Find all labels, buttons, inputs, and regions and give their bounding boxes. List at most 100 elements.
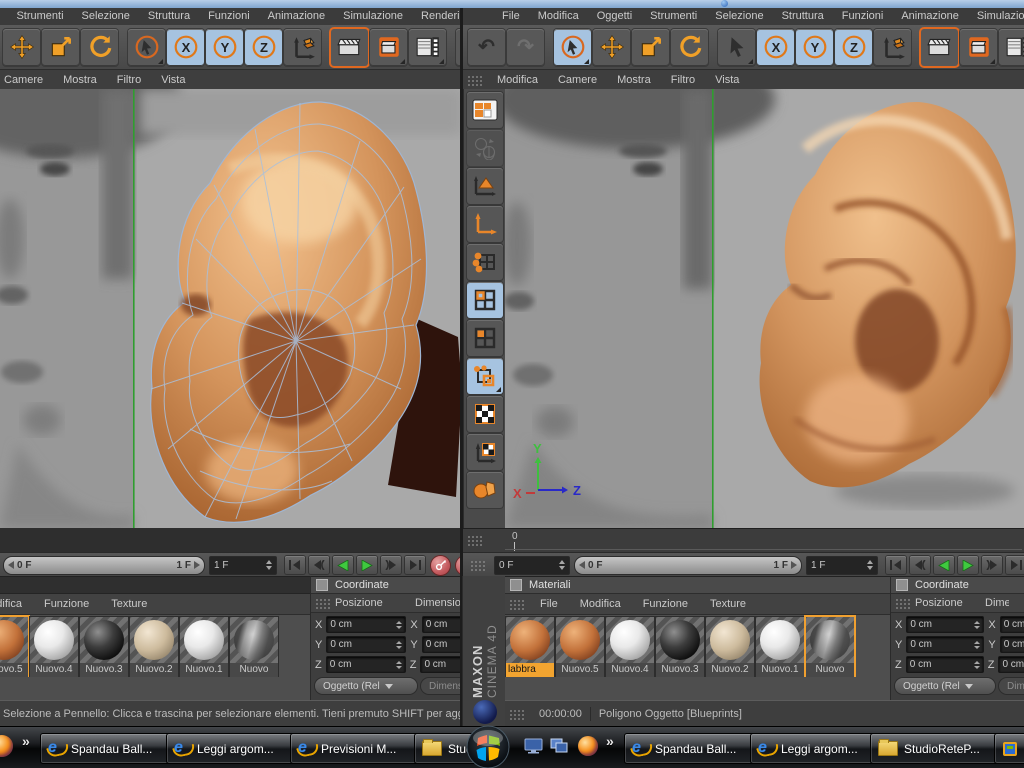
material-nuovo1[interactable]: Nuovo.1	[180, 617, 228, 677]
axis-tool-button[interactable]	[467, 206, 503, 242]
vp-menu-filtro[interactable]: Filtro	[661, 74, 705, 86]
menu-oggetti[interactable]: Oggetti	[588, 8, 641, 25]
world-grid-button[interactable]	[467, 130, 503, 166]
move-tool-button[interactable]	[3, 28, 40, 66]
pos-x-field[interactable]: 0 cm	[906, 616, 985, 633]
vp-menu-modifica[interactable]: Modifica	[487, 74, 548, 86]
material-nuovo2[interactable]: Nuovo.2	[706, 617, 754, 677]
mat-tab-texture[interactable]: Texture	[100, 598, 158, 610]
pos-z-field[interactable]: 0 cm	[905, 656, 984, 673]
menu-animazione[interactable]: Animazione	[892, 8, 967, 25]
mat-tab-modifica[interactable]: Modifica	[569, 598, 632, 610]
render-view-button[interactable]	[921, 28, 958, 66]
materials-grip[interactable]	[509, 598, 525, 610]
rotate-tool-button[interactable]	[81, 28, 118, 66]
dim-x-field[interactable]: 0 cm	[421, 616, 463, 633]
mat-tab-modifica[interactable]: Modifica	[0, 598, 33, 610]
previous-key-button[interactable]	[309, 556, 329, 574]
render-settings-button[interactable]	[999, 28, 1024, 66]
record-keyframe-button[interactable]	[431, 555, 450, 575]
show-desktop-icon[interactable]	[524, 738, 543, 754]
material-nuovo5[interactable]: Nuovo.5	[0, 617, 28, 677]
dim-y-field[interactable]: 0 cm	[999, 636, 1024, 653]
vp-menu-vista[interactable]: Vista	[705, 74, 749, 86]
play-forward-button[interactable]	[357, 556, 377, 574]
render-view-button[interactable]	[331, 28, 368, 66]
edges-mode-button[interactable]	[467, 282, 503, 318]
start-button[interactable]	[466, 725, 510, 768]
coordinate-system-button[interactable]	[284, 28, 321, 66]
material-nuovo2[interactable]: Nuovo.2	[130, 617, 178, 677]
vp-menu-camere[interactable]: Camere	[0, 74, 53, 86]
dim-z-field[interactable]: 0 cm	[420, 656, 463, 673]
goto-end-button[interactable]	[1006, 556, 1024, 574]
x-axis-lock-button[interactable]: X	[167, 28, 204, 66]
menu-rendering[interactable]: Rendering	[412, 8, 460, 25]
mat-tab-funzione[interactable]: Funzione	[33, 598, 100, 610]
z-axis-lock-button[interactable]: Z	[835, 28, 872, 66]
scale-tool-button[interactable]	[42, 28, 79, 66]
coordinate-system-button[interactable]	[874, 28, 911, 66]
material-nuovo3[interactable]: Nuovo.3	[656, 617, 704, 677]
current-frame-spinner[interactable]: 0 F	[494, 555, 570, 575]
mat-tab-file[interactable]: File	[529, 598, 569, 610]
x-axis-lock-button[interactable]: X	[757, 28, 794, 66]
taskbar-button-leggi-1[interactable]: e Leggi argom...	[166, 733, 300, 764]
selection-filter-button[interactable]	[718, 28, 755, 66]
spinner-arrows-icon[interactable]	[559, 560, 565, 570]
taskband-overflow-chevron[interactable]: »	[606, 733, 614, 749]
spinner-arrows-icon[interactable]	[266, 560, 272, 570]
menu-struttura[interactable]: Struttura	[773, 8, 833, 25]
vp-menu-filtro[interactable]: Filtro	[107, 74, 151, 86]
y-axis-lock-button[interactable]: Y	[796, 28, 833, 66]
viewport-menu-grip[interactable]	[467, 74, 483, 86]
panel-icon[interactable]	[896, 579, 908, 591]
dim-z-field[interactable]: 0 cm	[998, 656, 1024, 673]
menu-struttura[interactable]: Struttura	[139, 8, 199, 25]
menu-funzioni[interactable]: Funzioni	[199, 8, 259, 25]
render-picture-viewer-button[interactable]	[960, 28, 997, 66]
timeline-grip[interactable]	[470, 559, 486, 571]
pos-x-field[interactable]: 0 cm	[326, 616, 407, 633]
mat-tab-funzione[interactable]: Funzione	[632, 598, 699, 610]
texture-axis-mode-button[interactable]	[467, 434, 503, 470]
taskbar-button-spandau-2[interactable]: e Spandau Ball...	[624, 733, 760, 764]
right-window-titlebar[interactable]	[462, 0, 1024, 8]
coordinate-mode-dropdown[interactable]: Oggetto (Rel	[895, 678, 995, 694]
pos-y-field[interactable]: 0 cm	[326, 636, 407, 653]
material-labbra[interactable]: labbra	[506, 617, 554, 677]
material-nuovo1[interactable]: Nuovo.1	[756, 617, 804, 677]
render-picture-viewer-button[interactable]	[370, 28, 407, 66]
menu-modifica[interactable]: Modifica	[529, 8, 588, 25]
right-viewport[interactable]: Y Z X	[505, 89, 1024, 530]
taskbar-button-leggi-2[interactable]: e Leggi argom...	[750, 733, 880, 764]
rotate-tool-button[interactable]	[671, 28, 708, 66]
goto-start-button[interactable]	[886, 556, 906, 574]
firefox-taskbar-icon[interactable]	[0, 735, 13, 757]
firefox-quicklaunch-icon[interactable]	[578, 736, 598, 756]
vp-menu-mostra[interactable]: Mostra	[607, 74, 661, 86]
switch-windows-icon[interactable]	[550, 738, 569, 754]
goto-start-button[interactable]	[285, 556, 305, 574]
menu-selezione[interactable]: Selezione	[73, 8, 139, 25]
live-selection-button[interactable]	[128, 28, 165, 66]
dimension-apply-button[interactable]: Dimensioni	[999, 678, 1024, 694]
panel-grip[interactable]	[895, 597, 911, 609]
taskbar-button-previsioni[interactable]: e Previsioni M...	[290, 733, 424, 764]
play-forward-button[interactable]	[958, 556, 978, 574]
points-mode-button[interactable]	[467, 244, 503, 280]
taskbar-button-studoretep[interactable]: StudioReteP...	[870, 733, 1004, 764]
material-nuovo5[interactable]: Nuovo.5	[556, 617, 604, 677]
taskbar-button-spandau-1[interactable]: e Spandau Ball...	[40, 733, 176, 764]
frame-range-slider[interactable]: 0 F 1 F	[3, 555, 205, 575]
material-nuovo[interactable]: Nuovo	[806, 617, 854, 677]
move-tool-button[interactable]	[593, 28, 630, 66]
left-viewport[interactable]	[0, 89, 462, 530]
model-mode-button[interactable]	[467, 358, 503, 394]
vp-menu-mostra[interactable]: Mostra	[53, 74, 107, 86]
pos-y-field[interactable]: 0 cm	[906, 636, 985, 653]
menu-file[interactable]: File	[493, 8, 529, 25]
menu-simulazione[interactable]: Simulazione	[968, 8, 1024, 25]
dim-y-field[interactable]: 0 cm	[421, 636, 463, 653]
dim-x-field[interactable]: 0 cm	[999, 616, 1024, 633]
